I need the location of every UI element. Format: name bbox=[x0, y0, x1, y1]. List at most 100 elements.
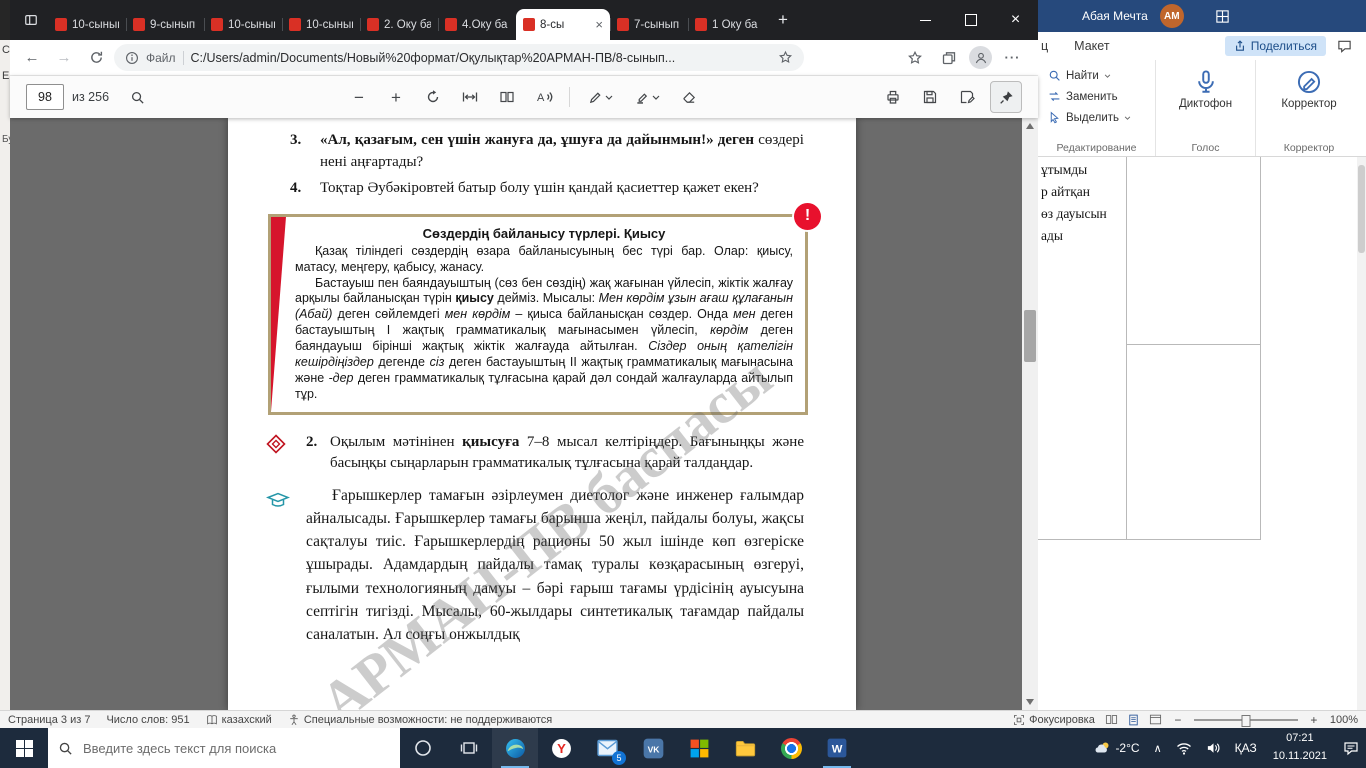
volume-button[interactable] bbox=[1199, 728, 1228, 768]
taskbar-search-input[interactable] bbox=[81, 740, 390, 757]
status-language[interactable]: казахский bbox=[206, 714, 272, 726]
ribbon-tab-layout[interactable]: Макет bbox=[1074, 39, 1109, 53]
cortana-icon bbox=[414, 739, 432, 757]
show-hidden-icons-button[interactable]: ∧ bbox=[1147, 728, 1169, 768]
view-read-mode-button[interactable] bbox=[1105, 714, 1118, 725]
zoom-in-button[interactable]: + bbox=[1308, 713, 1320, 727]
dictate-button[interactable]: Диктофон bbox=[1179, 65, 1232, 110]
taskbar-app-vk[interactable]: VK bbox=[630, 728, 676, 768]
pdf-file-icon bbox=[367, 18, 379, 31]
back-button[interactable]: ← bbox=[18, 44, 46, 72]
browser-tab[interactable]: 1 Оку ба bbox=[688, 9, 766, 40]
share-button[interactable]: Поделиться bbox=[1225, 36, 1326, 56]
collections-button[interactable] bbox=[935, 44, 962, 71]
browser-tab[interactable]: 2. Оку ба bbox=[360, 9, 438, 40]
page-info-icon[interactable] bbox=[125, 51, 139, 65]
refresh-button[interactable] bbox=[82, 44, 110, 72]
replace-button[interactable]: Заменить bbox=[1048, 86, 1118, 107]
zoom-in-button[interactable]: + bbox=[382, 83, 410, 111]
new-tab-button[interactable]: + bbox=[770, 6, 796, 34]
word-scrollbar[interactable] bbox=[1357, 157, 1366, 710]
tab-close-icon[interactable]: × bbox=[595, 18, 603, 31]
browser-tab-active[interactable]: 8-сы× bbox=[516, 9, 610, 40]
focus-icon bbox=[1013, 714, 1025, 726]
accessibility-icon bbox=[288, 714, 300, 726]
find-button[interactable]: Найти bbox=[1048, 65, 1111, 86]
focus-mode-button[interactable]: Фокусировка bbox=[1013, 714, 1095, 726]
status-accessibility[interactable]: Специальные возможности: не поддерживают… bbox=[288, 714, 552, 726]
editor-button[interactable]: Корректор bbox=[1281, 65, 1336, 110]
zoom-level-button[interactable]: 100% bbox=[1330, 714, 1358, 726]
zoom-out-button[interactable]: − bbox=[345, 83, 373, 111]
weather-widget[interactable]: -2°C bbox=[1088, 728, 1146, 768]
pdf-toolbar-center: − + A bbox=[345, 83, 703, 111]
taskbar-app-chrome[interactable] bbox=[768, 728, 814, 768]
scrollbar-thumb[interactable] bbox=[1024, 310, 1036, 362]
print-button[interactable] bbox=[879, 83, 907, 111]
profile-button[interactable] bbox=[969, 46, 992, 69]
draw-button[interactable] bbox=[581, 83, 619, 111]
graduation-cap-icon bbox=[266, 491, 290, 509]
action-center-button[interactable] bbox=[1336, 728, 1366, 768]
language-indicator[interactable]: ҚАЗ bbox=[1228, 728, 1264, 768]
start-button[interactable] bbox=[0, 728, 48, 768]
browser-tab[interactable]: 9-сынып bbox=[126, 9, 204, 40]
word-document-area[interactable]: ұтымды р айтқан өз дауысын ады bbox=[1038, 157, 1366, 710]
taskbar-app-yandex[interactable]: Y bbox=[538, 728, 584, 768]
select-button[interactable]: Выделить bbox=[1048, 107, 1131, 128]
svg-text:VK: VK bbox=[647, 744, 660, 754]
comments-button[interactable] bbox=[1330, 32, 1358, 60]
taskbar-app-store[interactable] bbox=[676, 728, 722, 768]
erase-button[interactable] bbox=[675, 83, 703, 111]
taskbar-app-word[interactable]: W bbox=[814, 728, 860, 768]
page-number-input[interactable] bbox=[26, 84, 64, 110]
page-view-button[interactable] bbox=[493, 83, 521, 111]
url-field[interactable]: Файл C:/Users/admin/Documents/Новый%20фо… bbox=[114, 44, 804, 71]
save-as-button[interactable] bbox=[953, 83, 981, 111]
tab-actions-button[interactable] bbox=[18, 7, 44, 33]
browser-tab[interactable]: 10-сынып bbox=[282, 9, 360, 40]
settings-menu-button[interactable]: ··· bbox=[999, 44, 1026, 71]
pdf-search-button[interactable] bbox=[123, 83, 151, 111]
cortana-button[interactable] bbox=[400, 728, 446, 768]
browser-tab[interactable]: 7-сынып bbox=[610, 9, 688, 40]
word-scrollbar-thumb[interactable] bbox=[1358, 165, 1365, 253]
network-button[interactable] bbox=[1169, 728, 1199, 768]
view-print-layout-button[interactable] bbox=[1128, 714, 1139, 726]
account-avatar[interactable]: АМ bbox=[1160, 4, 1184, 28]
save-button[interactable] bbox=[916, 83, 944, 111]
fit-to-width-button[interactable] bbox=[456, 83, 484, 111]
browser-tab[interactable]: 10-сынып bbox=[48, 9, 126, 40]
taskbar-search[interactable] bbox=[48, 728, 400, 768]
ribbon-display-options-button[interactable] bbox=[1208, 1, 1238, 31]
ribbon-tab-fragment[interactable]: ц bbox=[1041, 39, 1048, 53]
clock-widget[interactable]: 07:21 10.11.2021 bbox=[1264, 728, 1336, 768]
task-view-button[interactable] bbox=[446, 728, 492, 768]
zoom-out-button[interactable]: − bbox=[1172, 713, 1184, 727]
maximize-button[interactable] bbox=[948, 0, 993, 40]
browser-tab[interactable]: 10-сынып bbox=[204, 9, 282, 40]
close-button[interactable]: × bbox=[993, 0, 1038, 40]
pdf-viewport[interactable]: АРМАН-ПВ баспасы 3. «Ал, қазағым, сен үш… bbox=[10, 118, 1038, 710]
pin-toolbar-button[interactable] bbox=[990, 81, 1022, 113]
highlight-button[interactable] bbox=[628, 83, 666, 111]
rotate-button[interactable] bbox=[419, 83, 447, 111]
browser-tab[interactable]: 4.Оку ба bbox=[438, 9, 516, 40]
pdf-scrollbar[interactable] bbox=[1022, 118, 1038, 710]
scroll-up-button[interactable] bbox=[1022, 119, 1038, 133]
taskbar-app-explorer[interactable] bbox=[722, 728, 768, 768]
forward-button[interactable]: → bbox=[50, 44, 78, 72]
scroll-down-button[interactable] bbox=[1022, 695, 1038, 709]
minimize-button[interactable] bbox=[903, 0, 948, 40]
favorites-button[interactable] bbox=[901, 44, 928, 71]
status-page-count[interactable]: Страница 3 из 7 bbox=[8, 714, 90, 726]
read-aloud-button[interactable]: A bbox=[530, 83, 558, 111]
zoom-slider-thumb[interactable] bbox=[1241, 715, 1250, 727]
status-word-count[interactable]: Число слов: 951 bbox=[106, 714, 189, 726]
add-favorite-icon[interactable] bbox=[778, 50, 793, 65]
taskbar-app-edge[interactable] bbox=[492, 728, 538, 768]
view-web-layout-button[interactable] bbox=[1149, 714, 1162, 725]
taskbar-app-mail[interactable]: 5 bbox=[584, 728, 630, 768]
zoom-slider[interactable] bbox=[1194, 719, 1298, 721]
chevron-down-icon bbox=[1104, 74, 1111, 78]
